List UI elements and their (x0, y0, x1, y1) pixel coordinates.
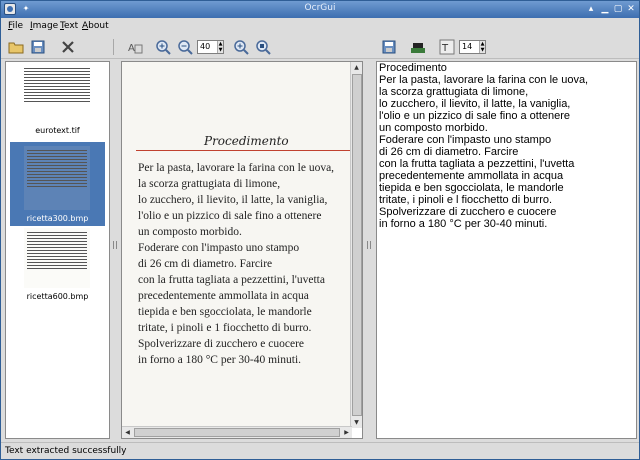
page-text-line: con la frutta tagliata a pezzettini, l'u… (138, 274, 325, 286)
text-line: Procedimento (379, 62, 447, 74)
viewer-vertical-scrollbar[interactable]: ▲ ▼ (350, 62, 362, 428)
page-text-line: la scorza grattugiata di limone, (138, 178, 281, 190)
toolbar: A 40 ▲ ▼ T 14 ▲ ▼ (1, 35, 639, 59)
font-size-stepper[interactable]: 14 ▲ ▼ (459, 40, 486, 54)
page-text-line: Per la pasta, lavorare la farina con le … (138, 162, 335, 174)
extracted-text-area[interactable]: Procedimento Per la pasta, lavorare la f… (376, 61, 637, 439)
font-color-icon[interactable] (410, 39, 426, 55)
text-line: Spolverizzare di zucchero e cuocere (379, 206, 557, 218)
thumbnail-caption: ricetta600.bmp (26, 292, 89, 301)
help-icon[interactable]: ▴ (585, 3, 597, 15)
heading-rule (136, 150, 356, 151)
stepper-arrows-icon[interactable]: ▲ ▼ (217, 41, 223, 53)
save-text-icon[interactable] (381, 39, 397, 55)
page-text-line: lo zucchero, il lievito, il latte, la va… (138, 194, 328, 206)
page-text-line: precedentemente ammollata in acqua (138, 290, 309, 302)
app-window: ✦ OcrGui ▴ ▁ ▢ ✕ File Image Text About A (0, 0, 640, 460)
toolbar-separator (113, 39, 114, 55)
thumbnail-selected[interactable]: ricetta300.bmp (10, 142, 105, 226)
splitter-grip-icon (367, 241, 371, 249)
thumbnail-eurotext[interactable] (24, 66, 90, 118)
menu-image[interactable]: Image (30, 21, 58, 31)
zoom-original-icon[interactable] (255, 39, 271, 55)
zoom-in-icon[interactable] (155, 39, 171, 55)
save-icon[interactable] (30, 39, 46, 55)
scanned-page: Procedimento Per la pasta, lavorare la f… (122, 62, 356, 428)
text-line: tritate, i pinoli e l fiocchetto di burr… (379, 194, 553, 206)
maximize-icon[interactable]: ▢ (612, 3, 624, 15)
thumbnail-ricetta600[interactable] (24, 228, 90, 288)
splitter-right[interactable] (365, 61, 373, 439)
page-text-line: Foderare con l'impasto uno stampo (138, 242, 300, 254)
title-bar[interactable]: ✦ OcrGui ▴ ▁ ▢ ✕ (1, 1, 639, 18)
thumbnail-caption: ricetta300.bmp (26, 214, 89, 223)
page-heading: Procedimento (204, 134, 289, 148)
thumbnail-caption: eurotext.tif (35, 126, 80, 135)
scroll-right-icon[interactable]: ▶ (341, 427, 352, 438)
svg-text:A: A (128, 43, 135, 54)
stepper-arrows-icon[interactable]: ▲ ▼ (479, 41, 485, 53)
svg-text:T: T (441, 43, 449, 54)
page-text-line: in forno a 180 °C per 30-40 minuti. (138, 354, 302, 366)
zoom-out-icon[interactable] (177, 39, 193, 55)
page-text-line: un composto morbido. (138, 226, 242, 238)
delete-icon[interactable] (60, 39, 76, 55)
splitter-left[interactable] (111, 61, 119, 439)
thumbnail-ricetta300[interactable] (24, 146, 90, 210)
text-line: tiepida e ben sgocciolata, le mandorle (379, 182, 564, 194)
menu-about[interactable]: About (82, 21, 109, 31)
text-line: con la frutta tagliata a pezzettini, l'u… (379, 158, 575, 170)
text-line: precedentemente ammollata in acqua (379, 170, 564, 182)
page-text-line: tiepida e ben sgocciolata, le mandorle (138, 306, 312, 318)
scroll-up-icon[interactable]: ▲ (351, 62, 362, 73)
text-line: in forno a 180 °C per 30-40 minuti. (379, 218, 548, 230)
menu-bar: File Image Text About (1, 18, 639, 35)
text-line: lo zucchero, il lievito, il latte, la va… (379, 98, 571, 110)
page-text-line: Spolverizzare di zucchero e cuocere (138, 338, 305, 350)
zoom-stepper[interactable]: 40 ▲ ▼ (197, 40, 224, 54)
splitter-grip-icon (113, 241, 117, 249)
close-icon[interactable]: ✕ (625, 3, 637, 15)
text-line: Foderare con l'impasto uno stampo (379, 134, 552, 146)
scrollbar-thumb[interactable] (352, 74, 362, 416)
text-line: l'olio e un pizzico di sale fino a otten… (379, 110, 571, 122)
open-folder-icon[interactable] (8, 39, 24, 55)
text-line: Per la pasta, lavorare la farina con le … (379, 74, 589, 86)
menu-text[interactable]: Text (60, 21, 78, 31)
text-line: di 26 cm di diametro. Farcire (379, 146, 519, 158)
font-size-value: 14 (462, 42, 473, 51)
status-bar: Text extracted successfully (1, 442, 639, 459)
scroll-left-icon[interactable]: ◀ (122, 427, 133, 438)
menu-file[interactable]: File (8, 21, 23, 31)
page-text-line: tritate, i pinoli e 1 fiocchetto di burr… (138, 322, 312, 334)
page-text-line: l'olio e un pizzico di sale fino a otten… (138, 210, 322, 222)
window-title: OcrGui (304, 3, 336, 13)
ocr-text-icon[interactable]: A (127, 39, 143, 55)
scroll-down-icon[interactable]: ▼ (351, 417, 362, 428)
thumbnail-list[interactable]: eurotext.tif ricetta300.bmp ricetta600.b… (5, 61, 110, 439)
font-size-icon[interactable]: T (439, 39, 455, 55)
zoom-fit-icon[interactable] (233, 39, 249, 55)
minimize-icon[interactable]: ▁ (599, 3, 611, 15)
image-viewer[interactable]: Procedimento Per la pasta, lavorare la f… (121, 61, 363, 439)
status-text: Text extracted successfully (5, 446, 127, 456)
page-text-line: di 26 cm di diametro. Farcire (138, 258, 273, 270)
zoom-value: 40 (200, 42, 211, 51)
text-line: un composto morbido. (379, 122, 488, 134)
scrollbar-thumb[interactable] (134, 428, 340, 437)
text-line: la scorza grattugiata di limone, (379, 86, 529, 98)
viewer-horizontal-scrollbar[interactable]: ◀ ▶ (122, 426, 352, 438)
